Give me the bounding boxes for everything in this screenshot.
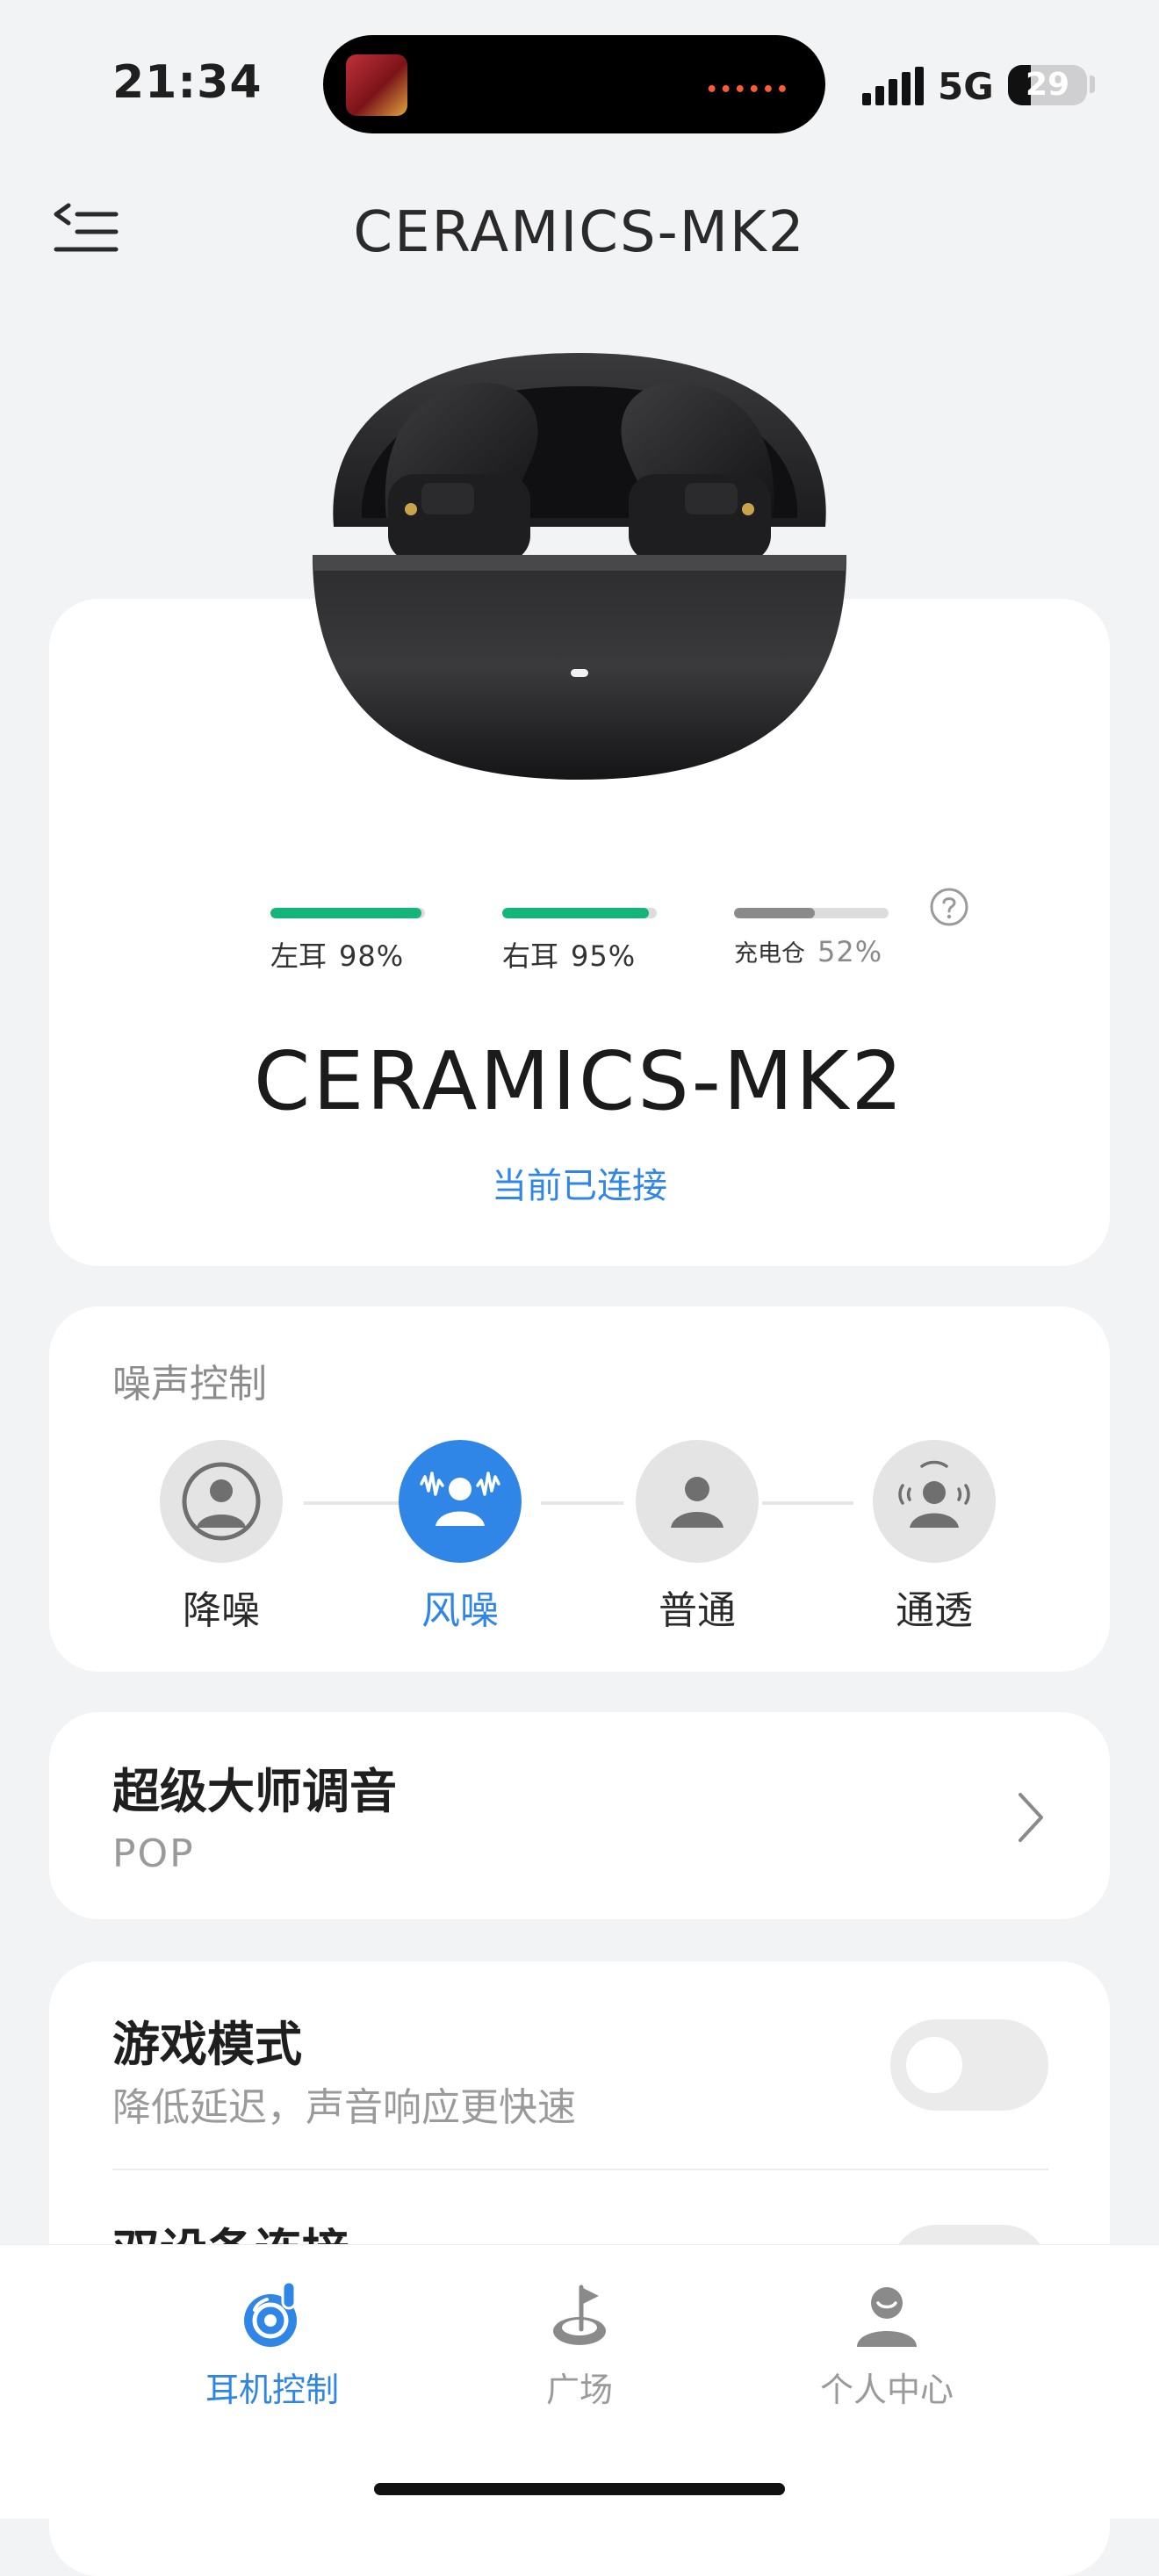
battery-track	[502, 908, 657, 918]
connection-status[interactable]: 当前已连接	[0, 1157, 1159, 1208]
earphone-control-icon	[244, 2280, 297, 2347]
case-battery: 充电仓 52%	[734, 908, 892, 968]
audio-waveform-icon: ••••••	[705, 79, 790, 101]
noise-mode-transparency[interactable]: 通透	[846, 1440, 1022, 1635]
mode-label: 通透	[896, 1588, 973, 1633]
transparency-icon	[873, 1440, 996, 1563]
now-playing-artwork	[346, 54, 407, 116]
profile-icon	[857, 2287, 917, 2347]
master-tuning-value: POP	[112, 1831, 195, 1876]
tab-earphone-control[interactable]: 耳机控制	[158, 2280, 386, 2411]
network-type: 5G	[938, 65, 994, 108]
tab-label: 广场	[545, 2371, 613, 2409]
mode-label: 风噪	[421, 1588, 499, 1633]
square-flag-icon	[553, 2285, 606, 2345]
noise-mode-anc[interactable]: 降噪	[133, 1440, 309, 1635]
game-mode-toggle[interactable]	[890, 2019, 1048, 2111]
battery-icon: 29	[1008, 65, 1087, 105]
game-mode-title: 游戏模式	[112, 2017, 302, 2072]
chevron-right-icon	[1019, 1793, 1043, 1842]
help-icon[interactable]	[929, 887, 969, 927]
battery-track	[270, 908, 425, 918]
battery-level: 29	[1025, 67, 1070, 103]
left-ear-battery: 左耳 98%	[270, 908, 428, 975]
case-battery-label: 充电仓 52%	[734, 935, 883, 968]
noise-cancel-icon	[160, 1440, 283, 1563]
bottom-tab-bar: 耳机控制 广场 个人中心	[0, 2244, 1159, 2519]
right-ear-battery-label: 右耳 95%	[502, 939, 637, 973]
tab-profile[interactable]: 个人中心	[773, 2280, 1001, 2411]
tab-label: 耳机控制	[205, 2371, 339, 2409]
left-ear-battery-label: 左耳 98%	[270, 939, 405, 973]
mode-label: 普通	[659, 1588, 736, 1633]
wind-noise-icon	[399, 1440, 522, 1563]
page-title: CERAMICS-MK2	[353, 200, 806, 265]
noise-control-title: 噪声控制	[112, 1362, 267, 1407]
status-time: 21:34	[112, 56, 263, 109]
toggle-knob	[906, 2037, 962, 2093]
game-mode-description: 降低延迟，声音响应更快速	[112, 2085, 576, 2130]
cellular-signal-icon	[862, 67, 924, 105]
normal-mode-icon	[636, 1440, 759, 1563]
tab-square[interactable]: 广场	[465, 2280, 694, 2411]
right-ear-battery: 右耳 95%	[502, 908, 660, 975]
home-indicator[interactable]	[374, 2483, 785, 2495]
noise-mode-normal[interactable]: 普通	[609, 1440, 785, 1635]
divider	[112, 2169, 1048, 2170]
noise-mode-wind[interactable]: 风噪	[372, 1440, 548, 1635]
battery-track	[734, 908, 889, 918]
device-name: CERAMICS-MK2	[253, 1034, 906, 1128]
dynamic-island[interactable]: ••••••	[323, 35, 825, 133]
battery-tip	[1090, 76, 1095, 93]
earbuds-case-image	[313, 353, 846, 780]
master-tuning-title: 超级大师调音	[112, 1764, 397, 1819]
mode-label: 降噪	[183, 1588, 260, 1633]
tab-label: 个人中心	[819, 2371, 954, 2409]
